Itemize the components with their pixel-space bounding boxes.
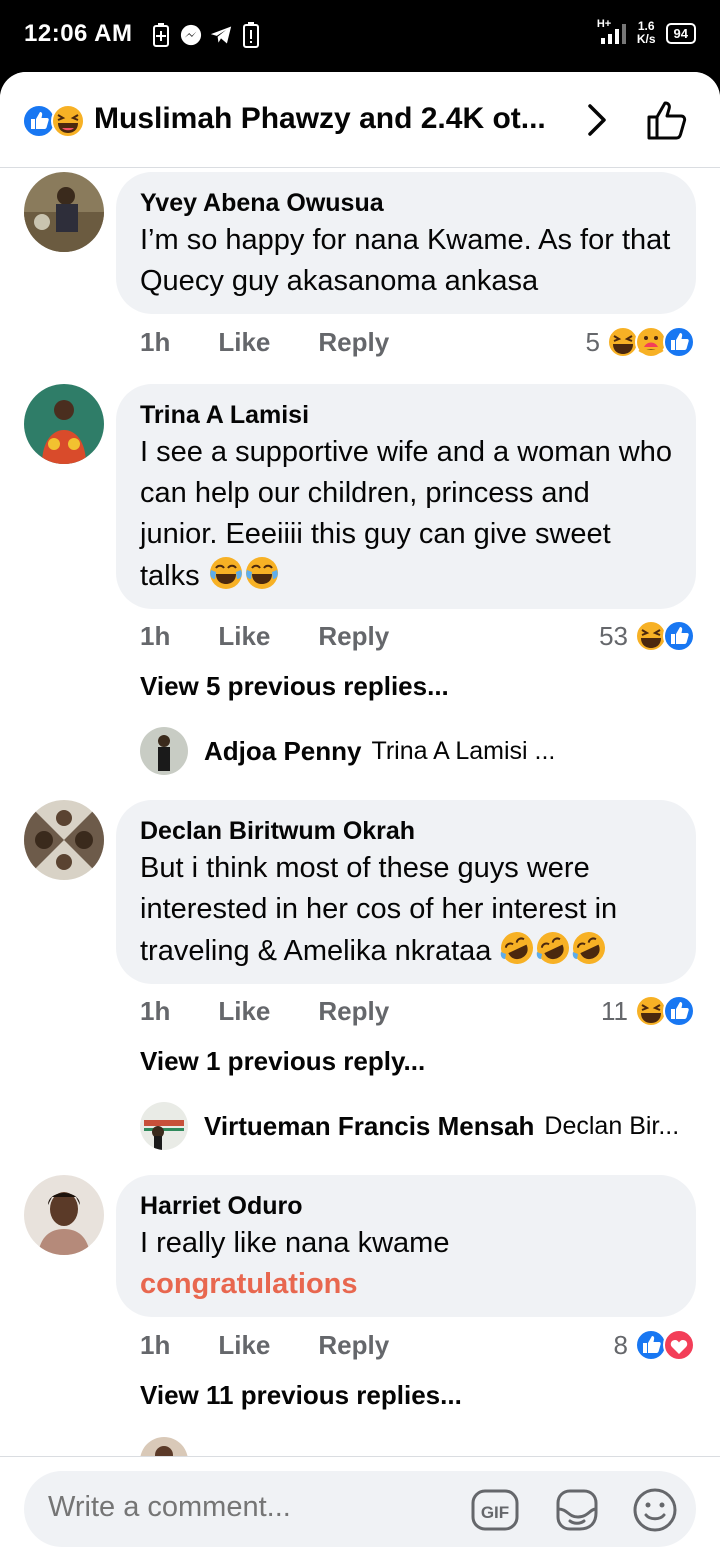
like-icon bbox=[663, 620, 695, 652]
love-icon bbox=[663, 1329, 695, 1361]
sticker-icon[interactable] bbox=[552, 1485, 602, 1535]
reply-preview[interactable]: Virtueman Francis Mensah Declan Bir... bbox=[140, 1101, 679, 1151]
comment-actions: 1h Like Reply bbox=[140, 322, 437, 362]
avatar[interactable] bbox=[24, 800, 104, 880]
comment-bubble[interactable]: Declan Biritwum Okrah But i think most o… bbox=[116, 800, 696, 984]
signal-icon: H+ bbox=[597, 18, 627, 48]
battery-indicator: 94 bbox=[665, 22, 696, 44]
messenger-icon bbox=[180, 22, 202, 48]
like-icon bbox=[22, 104, 56, 138]
like-icon bbox=[663, 995, 695, 1027]
comment-time: 1h bbox=[140, 1329, 171, 1360]
reaction-count: 5 bbox=[585, 326, 600, 357]
reply-snippet: Declan Bir... bbox=[544, 1111, 680, 1140]
comment-input[interactable] bbox=[48, 1491, 448, 1524]
header-reaction-icons bbox=[22, 104, 85, 138]
reply-author[interactable]: Adjoa Penny bbox=[204, 736, 361, 767]
avatar[interactable] bbox=[140, 727, 188, 775]
like-icon bbox=[663, 326, 695, 358]
comment-time: 1h bbox=[140, 620, 171, 651]
comment-actions: 1h Like Reply bbox=[140, 991, 437, 1031]
comment-actions: 1h Like Reply bbox=[140, 1325, 437, 1365]
battery-alert-icon bbox=[240, 22, 262, 48]
comment-bubble[interactable]: Harriet Oduro I really like nana kwame c… bbox=[116, 1175, 696, 1317]
like-button[interactable]: Like bbox=[218, 996, 270, 1027]
rofl-emoji bbox=[535, 930, 571, 978]
battery-saver-icon bbox=[150, 22, 172, 48]
joy-emoji bbox=[244, 555, 280, 603]
reaction-summary[interactable]: 5 bbox=[586, 322, 696, 362]
status-bar: 12:06 AM H+ 1.6 K/s 94 bbox=[0, 0, 720, 72]
haha-icon bbox=[51, 104, 85, 138]
reactions-header[interactable]: Muslimah Phawzy and 2.4K ot... bbox=[0, 72, 720, 168]
comment-author[interactable]: Yvey Abena Owusua bbox=[140, 186, 672, 220]
reaction-count: 53 bbox=[599, 620, 628, 651]
like-button[interactable]: Like bbox=[218, 327, 270, 358]
comments-list[interactable]: Yvey Abena Owusua I’m so happy for nana … bbox=[0, 169, 720, 1456]
comment-author[interactable]: Trina A Lamisi bbox=[140, 398, 672, 432]
composer-bar: GIF bbox=[0, 1456, 720, 1560]
chevron-right-icon[interactable] bbox=[582, 102, 612, 138]
network-speed: 1.6 K/s bbox=[637, 20, 656, 46]
comment-time: 1h bbox=[140, 326, 171, 357]
reply-button[interactable]: Reply bbox=[318, 1330, 389, 1361]
avatar[interactable] bbox=[24, 172, 104, 252]
header-title[interactable]: Muslimah Phawzy and 2.4K ot... bbox=[94, 102, 564, 136]
reply-author[interactable]: Virtueman Francis Mensah bbox=[204, 1111, 534, 1142]
reply-button[interactable]: Reply bbox=[318, 621, 389, 652]
reaction-summary[interactable]: 11 bbox=[601, 991, 696, 1031]
svg-text:GIF: GIF bbox=[481, 1503, 509, 1522]
gif-icon[interactable]: GIF bbox=[470, 1485, 520, 1535]
emoji-icon[interactable] bbox=[630, 1485, 680, 1535]
reply-snippet: Trina A Lamisi ... bbox=[371, 736, 556, 765]
avatar[interactable] bbox=[24, 1175, 104, 1255]
reaction-count: 8 bbox=[613, 1329, 628, 1360]
comment-text: I really like nana kwame bbox=[140, 1227, 450, 1259]
reply-button[interactable]: Reply bbox=[318, 996, 389, 1027]
reaction-count: 11 bbox=[601, 995, 628, 1026]
status-time: 12:06 AM bbox=[24, 20, 133, 47]
comment-composer[interactable]: GIF bbox=[24, 1471, 696, 1547]
comment-text-block: But i think most of these guys were inte… bbox=[140, 848, 672, 978]
view-previous-replies[interactable]: View 11 previous replies... bbox=[140, 1380, 462, 1411]
reaction-summary[interactable]: 8 bbox=[614, 1325, 696, 1365]
view-previous-replies[interactable]: View 5 previous replies... bbox=[140, 671, 449, 702]
comment-text-block: I see a supportive wife and a woman who … bbox=[140, 432, 672, 603]
reaction-summary[interactable]: 53 bbox=[599, 616, 696, 656]
comment-text: I’m so happy for nana Kwame. As for that… bbox=[140, 224, 671, 297]
comment-author[interactable]: Declan Biritwum Okrah bbox=[140, 814, 672, 848]
avatar[interactable] bbox=[140, 1102, 188, 1150]
like-button[interactable]: Like bbox=[218, 1330, 270, 1361]
reply-preview[interactable]: Adjoa Penny Trina A Lamisi ... bbox=[140, 726, 555, 776]
speed-unit: K/s bbox=[636, 32, 656, 46]
comment-time: 1h bbox=[140, 995, 171, 1026]
congratulations-link[interactable]: congratulations bbox=[140, 1264, 672, 1305]
status-right: H+ 1.6 K/s 94 bbox=[597, 18, 696, 48]
telegram-icon bbox=[210, 22, 232, 48]
reply-button[interactable]: Reply bbox=[318, 327, 389, 358]
view-previous-replies[interactable]: View 1 previous reply... bbox=[140, 1046, 425, 1077]
notification-icons bbox=[150, 22, 262, 48]
comment-author[interactable]: Harriet Oduro bbox=[140, 1189, 672, 1223]
comment-bubble[interactable]: Trina A Lamisi I see a supportive wife a… bbox=[116, 384, 696, 609]
battery-level: 94 bbox=[673, 25, 688, 41]
avatar[interactable] bbox=[140, 1437, 188, 1456]
avatar[interactable] bbox=[24, 384, 104, 464]
comments-sheet: Muslimah Phawzy and 2.4K ot... Yvey Aben… bbox=[0, 72, 720, 1560]
comment-bubble[interactable]: Yvey Abena Owusua I’m so happy for nana … bbox=[116, 172, 696, 314]
rofl-emoji bbox=[499, 930, 535, 978]
like-post-button[interactable] bbox=[646, 98, 690, 142]
joy-emoji bbox=[208, 555, 244, 603]
comment-actions: 1h Like Reply bbox=[140, 616, 437, 656]
like-button[interactable]: Like bbox=[218, 621, 270, 652]
rofl-emoji bbox=[571, 930, 607, 978]
